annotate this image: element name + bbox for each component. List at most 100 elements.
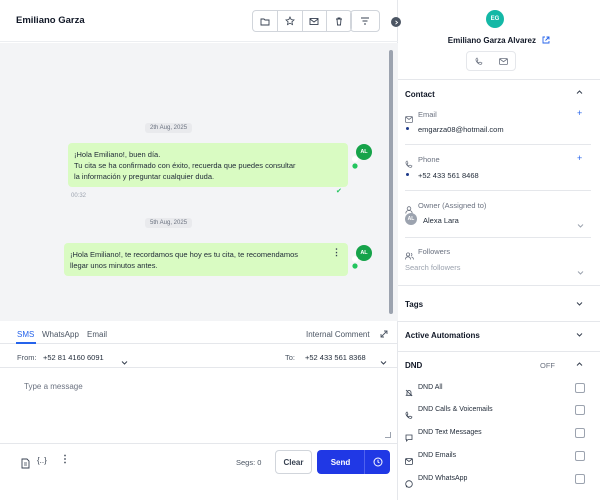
dnd-text-checkbox[interactable] — [575, 428, 585, 438]
chevron-down-icon[interactable] — [576, 300, 583, 309]
contact-avatar: EG — [486, 10, 504, 28]
owner-avatar: AL — [405, 213, 417, 225]
owner-label: Owner (Assigned to) — [418, 201, 487, 210]
chevron-down-icon[interactable] — [576, 331, 583, 340]
chevron-up-icon[interactable] — [576, 88, 583, 97]
followers-label: Followers — [418, 247, 451, 256]
collapse-panel-button[interactable] — [391, 17, 401, 27]
message-line: ¡Hola Emiliano!, buen día. — [74, 150, 161, 159]
contact-header: EG Emiliano Garza Alvarez — [398, 0, 600, 80]
header-actions — [252, 10, 352, 32]
attachment-icon[interactable] — [21, 456, 30, 474]
add-phone-button[interactable]: + — [577, 153, 582, 163]
dnd-status: OFF — [540, 361, 555, 370]
to-number-select[interactable]: +52 433 561 8368 — [305, 353, 366, 362]
sender-avatar: AL — [356, 144, 372, 160]
dnd-calls-checkbox[interactable] — [575, 405, 585, 415]
chevron-right-icon — [394, 19, 398, 25]
section-title: Contact — [405, 90, 435, 99]
section-title: DND — [405, 361, 423, 370]
primary-dot — [406, 173, 409, 176]
phone-value[interactable]: +52 433 561 8468 — [418, 171, 479, 180]
chevron-down-icon[interactable] — [577, 216, 584, 234]
conversation-pane: Emiliano Garza 2th Aug, 2025 ¡Hola Emili… — [0, 0, 401, 500]
chevron-down-icon[interactable] — [577, 263, 584, 281]
contact-full-name-text: Emiliano Garza Alvarez — [447, 36, 536, 45]
add-email-button[interactable]: + — [577, 108, 582, 118]
dnd-section: DND OFF DND All DND Calls & Voicemails D… — [398, 352, 600, 500]
sender-recipient-row: From: +52 81 4160 6091 To: +52 433 561 8… — [0, 344, 398, 368]
tags-section[interactable]: Tags — [398, 292, 600, 322]
star-icon — [284, 16, 295, 26]
email-value[interactable]: emgarza08@hotmail.com — [418, 125, 504, 134]
dnd-whatsapp-checkbox[interactable] — [575, 474, 585, 484]
clear-button[interactable]: Clear — [275, 450, 312, 474]
contact-full-name[interactable]: Emiliano Garza Alvarez — [398, 36, 600, 45]
dnd-label: DND Text Messages — [418, 429, 482, 436]
from-number-select[interactable]: +52 81 4160 6091 — [43, 353, 104, 362]
primary-dot — [406, 127, 409, 130]
mark-unread-button[interactable] — [303, 11, 328, 31]
filter-icon — [361, 17, 369, 25]
dnd-calls-row[interactable]: DND Calls & Voicemails — [398, 399, 600, 421]
mail-icon — [498, 57, 508, 65]
dnd-whatsapp-row[interactable]: DND WhatsApp — [398, 468, 600, 490]
conversation-header: Emiliano Garza — [0, 0, 398, 42]
resize-handle[interactable] — [385, 432, 391, 438]
collapse-composer-icon[interactable] — [380, 330, 388, 340]
trash-icon — [336, 17, 343, 26]
dnd-text-row[interactable]: DND Text Messages — [398, 422, 600, 444]
phone-icon — [475, 57, 483, 65]
message-input[interactable]: Type a message — [0, 368, 398, 443]
date-separator: 5th Aug, 2025 — [145, 218, 193, 228]
quick-actions — [466, 51, 516, 71]
clock-icon — [373, 457, 382, 467]
dnd-label: DND WhatsApp — [418, 475, 468, 482]
automations-section[interactable]: Active Automations — [398, 322, 600, 352]
contact-section: Contact Email + emgarza08@hotmail.com Ph… — [398, 80, 600, 286]
divider — [405, 144, 591, 145]
channel-icon — [352, 256, 358, 269]
from-label: From: — [17, 353, 37, 362]
dnd-emails-checkbox[interactable] — [575, 451, 585, 461]
delete-button[interactable] — [327, 11, 351, 31]
dnd-label: DND Emails — [418, 452, 457, 459]
tab-email[interactable]: Email — [87, 330, 107, 339]
message-bubble[interactable]: ¡Hola Emiliano!, buen día. Tu cita se ha… — [68, 143, 348, 187]
star-button[interactable] — [278, 11, 303, 31]
message-thread: 2th Aug, 2025 ¡Hola Emiliano!, buen día.… — [0, 43, 398, 321]
message-line: ¡Hola Emiliano!, te recordamos que hoy e… — [70, 250, 299, 259]
chevron-up-icon[interactable] — [576, 360, 583, 369]
call-button[interactable] — [467, 52, 491, 70]
more-options-icon[interactable]: ⋮ — [332, 247, 341, 258]
move-folder-button[interactable] — [253, 11, 278, 31]
tab-whatsapp[interactable]: WhatsApp — [42, 330, 79, 339]
email-label: Email — [418, 110, 437, 119]
filter-button[interactable] — [350, 10, 380, 32]
contact-details-pane: EG Emiliano Garza Alvarez Contact Email … — [398, 0, 600, 500]
send-button[interactable]: Send — [317, 450, 364, 474]
channel-tabs: SMS WhatsApp Email Internal Comment — [0, 322, 398, 344]
message-bubble[interactable]: ¡Hola Emiliano!, te recordamos que hoy e… — [64, 243, 348, 276]
tab-sms[interactable]: SMS — [17, 330, 34, 339]
message-line: llegar unos minutos antes. — [70, 261, 158, 270]
internal-comment-toggle[interactable]: Internal Comment — [306, 330, 370, 339]
dnd-all-checkbox[interactable] — [575, 383, 585, 393]
more-options-icon[interactable]: ⋮ — [60, 454, 70, 465]
thread-scrollbar[interactable] — [389, 50, 393, 314]
dnd-emails-row[interactable]: DND Emails — [398, 445, 600, 467]
dnd-all-row[interactable]: DND All — [398, 377, 600, 399]
email-button[interactable] — [491, 52, 515, 70]
contact-name: Emiliano Garza — [16, 15, 85, 26]
channel-icon — [352, 156, 358, 169]
to-label: To: — [285, 353, 296, 362]
dnd-label: DND All — [418, 384, 443, 391]
divider — [405, 237, 591, 238]
external-link-icon[interactable] — [542, 36, 550, 44]
schedule-button[interactable] — [364, 450, 390, 474]
owner-select[interactable]: Alexa Lara — [423, 216, 459, 225]
followers-search[interactable]: Search followers — [405, 263, 460, 272]
custom-values-icon[interactable]: {..} — [37, 456, 47, 465]
section-title: Active Automations — [405, 331, 480, 340]
app: Emiliano Garza 2th Aug, 2025 ¡Hola Emili… — [0, 0, 600, 500]
